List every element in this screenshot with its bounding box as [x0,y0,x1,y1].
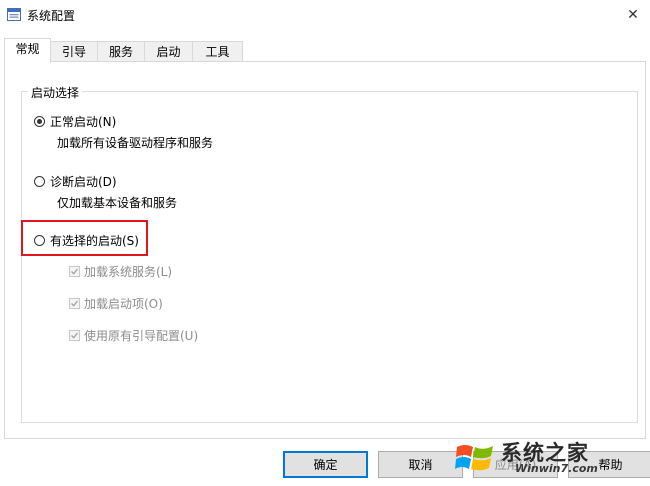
checkbox-label: 加载启动项(O) [84,297,163,311]
checkbox[interactable] [69,330,80,341]
tab-boot[interactable]: 引导 [50,41,98,62]
ok-button[interactable]: 确定 [283,451,368,478]
close-button[interactable]: ✕ [616,0,650,30]
highlight-box [21,220,148,256]
check-icon [71,300,78,307]
group-legend: 启动选择 [28,84,83,101]
checkbox-load-system-services[interactable]: 加载系统服务(L) [69,263,172,280]
check-icon [71,268,78,275]
check-icon [71,332,78,339]
checkbox[interactable] [69,298,80,309]
windows7-logo-icon [455,445,493,471]
radio-label: 诊断启动(D) [50,175,117,189]
option-description: 仅加载基本设备和服务 [57,196,178,210]
radio-label: 正常启动(N) [50,115,117,129]
radio-button[interactable] [34,176,45,187]
checkbox-label: 加载系统服务(L) [84,265,173,279]
radio-normal-startup[interactable]: 正常启动(N) [34,113,116,130]
tab-general[interactable]: 常规 [4,38,51,63]
radio-diagnostic-startup[interactable]: 诊断启动(D) [34,173,117,190]
checkbox-label: 使用原有引导配置(U) [84,329,199,343]
tab-tools[interactable]: 工具 [192,41,243,62]
window-title: 系统配置 [27,9,76,23]
watermark: 系统之家 Winwin7.com [449,435,650,486]
checkbox-load-startup-items[interactable]: 加载启动项(O) [69,295,163,312]
tab-startup[interactable]: 启动 [144,41,193,62]
checkbox-use-original-boot-config[interactable]: 使用原有引导配置(U) [69,327,198,344]
title-bar: 系统配置 ✕ [0,0,650,30]
option-description: 加载所有设备驱动程序和服务 [57,136,214,150]
checkbox[interactable] [69,266,80,277]
tab-services[interactable]: 服务 [97,41,145,62]
watermark-url: Winwin7.com [515,462,598,475]
app-icon [7,8,21,21]
radio-button-selected[interactable] [34,116,45,127]
close-icon: ✕ [627,7,639,23]
